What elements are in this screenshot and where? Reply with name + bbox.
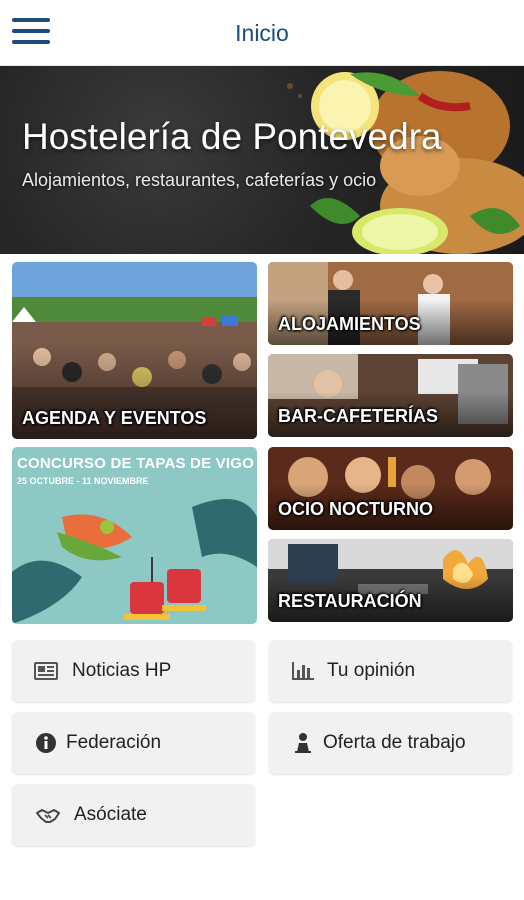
tile-label: OCIO NOCTURNO: [278, 499, 433, 519]
tile-alojamientos[interactable]: ALOJAMIENTOS: [268, 262, 513, 345]
button-label: Tu opinión: [327, 660, 416, 681]
button-label: Noticias HP: [72, 660, 172, 681]
hero-title: Hostelería de Pontevedra: [22, 116, 442, 157]
button-label: Oferta de trabajo: [323, 732, 466, 753]
oferta-trabajo-button[interactable]: Oferta de trabajo: [269, 712, 512, 774]
tile-concurso-tapas[interactable]: CONCURSO DE TAPAS DE VIGO 25 OCTUBRE - 1…: [12, 447, 257, 624]
federacion-button[interactable]: Federación: [12, 712, 255, 774]
tapas-illustration: [12, 499, 257, 624]
handshake-icon: [36, 809, 60, 823]
page-title: Inicio: [235, 20, 289, 46]
tile-label: AGENDA Y EVENTOS: [22, 408, 207, 428]
asociate-button[interactable]: Asóciate: [12, 784, 255, 846]
hero-food-image: [287, 71, 524, 254]
newspaper-icon: [34, 662, 58, 680]
bar-chart-icon: [292, 662, 314, 680]
app-bar: Inicio: [0, 0, 524, 66]
hero-banner: Hostelería de Pontevedra Alojamientos, r…: [0, 66, 524, 254]
tile-agenda-y-eventos[interactable]: AGENDA Y EVENTOS: [12, 262, 257, 439]
button-label: Asóciate: [74, 804, 147, 825]
button-label: Federación: [66, 732, 162, 753]
tile-label: RESTAURACIÓN: [278, 591, 422, 611]
tile-label: ALOJAMIENTOS: [278, 314, 421, 334]
tile-bar-cafeterias[interactable]: BAR-CAFETERÍAS: [268, 354, 513, 437]
hero-subtitle: Alojamientos, restaurantes, cafeterías y…: [22, 170, 377, 190]
info-icon: [36, 733, 56, 753]
worker-icon: [295, 733, 311, 753]
opinion-button[interactable]: Tu opinión: [269, 640, 512, 702]
tile-restauracion[interactable]: RESTAURACIÓN: [268, 539, 513, 622]
noticias-button[interactable]: Noticias HP: [12, 640, 255, 702]
tile-ocio-nocturno[interactable]: OCIO NOCTURNO: [268, 447, 513, 530]
tile-label: BAR-CAFETERÍAS: [278, 406, 438, 426]
